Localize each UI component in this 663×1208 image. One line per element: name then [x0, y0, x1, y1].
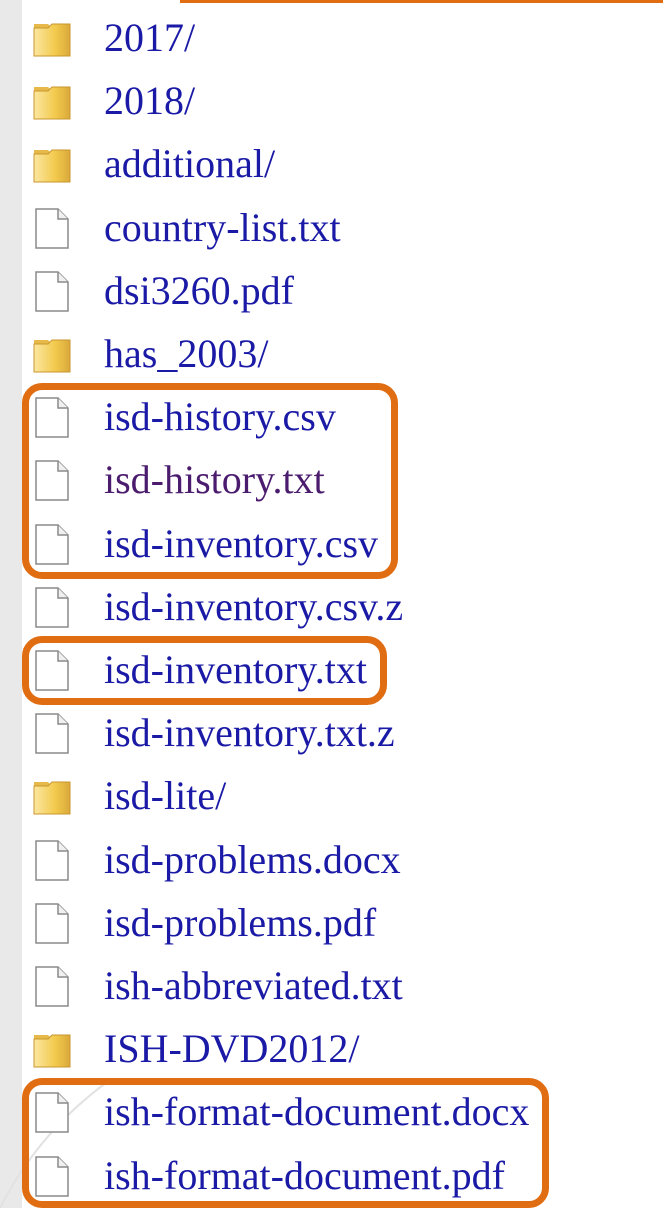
list-item: isd-inventory.csv.z — [0, 577, 663, 639]
file-link[interactable]: isd-problems.docx — [104, 836, 401, 884]
list-item: isd-problems.docx — [0, 830, 663, 892]
list-item: 2018/ — [0, 71, 663, 133]
list-item: isd-history.csv — [0, 387, 663, 449]
file-icon — [30, 1154, 74, 1198]
list-item: ISH-DVD2012/ — [0, 1019, 663, 1081]
list-item: ish-abbreviated.txt — [0, 956, 663, 1018]
list-item: isd-inventory.txt.z — [0, 703, 663, 765]
list-item: dsi3260.pdf — [0, 261, 663, 323]
folder-link[interactable]: 2018/ — [104, 77, 195, 125]
folder-link[interactable]: additional/ — [104, 140, 275, 188]
file-link[interactable]: ish-abbreviated.txt — [104, 962, 403, 1010]
list-item: ish-format-document.docx — [0, 1082, 663, 1144]
file-link[interactable]: isd-inventory.txt.z — [104, 709, 395, 757]
file-icon — [30, 711, 74, 755]
folder-icon — [30, 79, 74, 123]
file-icon — [30, 648, 74, 692]
file-icon — [30, 964, 74, 1008]
folder-icon — [30, 142, 74, 186]
file-icon — [30, 269, 74, 313]
list-item: isd-lite/ — [0, 766, 663, 828]
file-link[interactable]: isd-problems.pdf — [104, 899, 376, 947]
file-link[interactable]: ish-format-document.docx — [104, 1088, 529, 1136]
file-icon — [30, 1090, 74, 1134]
file-icon — [30, 585, 74, 629]
file-link[interactable]: country-list.txt — [104, 204, 341, 252]
folder-icon — [30, 332, 74, 376]
folder-link[interactable]: has_2003/ — [104, 330, 268, 378]
list-item: country-list.txt — [0, 198, 663, 260]
list-item: isd-inventory.csv — [0, 514, 663, 576]
file-link[interactable]: ish-format-document.pdf — [104, 1152, 505, 1200]
list-item: has_2003/ — [0, 324, 663, 386]
list-item: additional/ — [0, 134, 663, 196]
file-icon — [30, 395, 74, 439]
file-icon — [30, 458, 74, 502]
top-accent-bar — [180, 0, 663, 3]
directory-listing-page: 2017/2018/additional/country-list.txt dsi… — [0, 0, 663, 1208]
file-link[interactable]: isd-history.txt — [104, 456, 325, 504]
list-item: ish-format-document.pdf — [0, 1146, 663, 1208]
list-item: isd-inventory.txt — [0, 640, 663, 702]
file-icon — [30, 838, 74, 882]
file-link[interactable]: dsi3260.pdf — [104, 267, 294, 315]
file-icon — [30, 901, 74, 945]
file-link[interactable]: isd-history.csv — [104, 393, 336, 441]
file-icon — [30, 522, 74, 566]
list-item: isd-history.txt — [0, 450, 663, 512]
list-item: 2017/ — [0, 8, 663, 70]
folder-link[interactable]: ISH-DVD2012/ — [104, 1025, 360, 1073]
folder-link[interactable]: 2017/ — [104, 14, 195, 62]
file-link[interactable]: isd-inventory.csv — [104, 520, 378, 568]
file-icon — [30, 206, 74, 250]
folder-link[interactable]: isd-lite/ — [104, 772, 226, 820]
file-link[interactable]: isd-inventory.txt — [104, 646, 367, 694]
list-item: isd-problems.pdf — [0, 893, 663, 955]
folder-icon — [30, 1027, 74, 1071]
file-link[interactable]: isd-inventory.csv.z — [104, 583, 403, 631]
folder-icon — [30, 774, 74, 818]
folder-icon — [30, 16, 74, 60]
